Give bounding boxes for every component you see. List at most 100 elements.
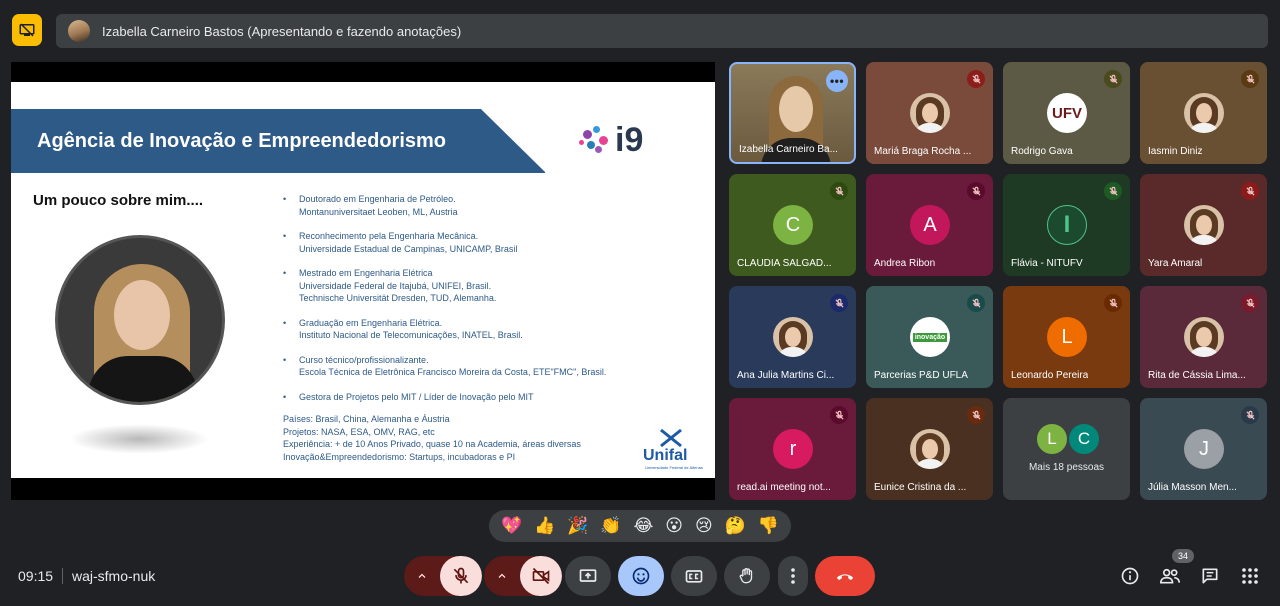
more-options-button[interactable] [778, 556, 808, 596]
reaction-surprised-face-icon[interactable]: 😮 [665, 516, 683, 536]
mic-off-icon [453, 567, 469, 584]
participant-tile[interactable]: Iasmin Diniz [1140, 62, 1267, 164]
reaction-party-popper-icon[interactable]: 🎉 [567, 516, 588, 536]
reaction-clapping-hands-icon[interactable]: 👏 [600, 516, 621, 536]
i9-logo: i9 [579, 118, 663, 162]
captions-button[interactable] [671, 556, 717, 596]
mic-off-icon [1108, 74, 1118, 84]
participant-tile[interactable]: Yara Amaral [1140, 174, 1267, 276]
avatar-letter: r [789, 437, 797, 460]
present-screen-icon [579, 569, 597, 582]
slide-footer: Países: Brasil, China, Alemanha e Áustri… [283, 413, 581, 463]
mic-off-icon [1245, 74, 1255, 84]
reaction-sparkling-heart-icon[interactable]: 💖 [501, 516, 522, 536]
slide-bullet: Curso técnico/profissionalizante. Escola … [283, 354, 703, 379]
slide-bullet-line: Mestrado em Engenharia Elétrica [299, 268, 433, 278]
reaction-thinking-face-icon[interactable]: 🤔 [725, 516, 746, 536]
participant-muted-indicator [1241, 70, 1259, 88]
captions-icon [685, 570, 703, 583]
slide-bullet: Reconhecimento pela Engenharia Mecânica.… [283, 230, 703, 255]
stop-presenting-button[interactable] [12, 14, 42, 46]
participant-tile[interactable]: UFV Rodrigo Gava [1003, 62, 1130, 164]
logo-text: I [1063, 211, 1071, 238]
meeting-code: waj-sfmo-nuk [72, 568, 156, 584]
participant-name: Yara Amaral [1148, 258, 1203, 269]
raise-hand-button[interactable] [724, 556, 770, 596]
activities-button[interactable] [1238, 564, 1262, 588]
participant-avatar [1184, 317, 1224, 357]
camera-control [484, 556, 562, 596]
reaction-crying-face-icon[interactable]: 😢 [695, 516, 713, 536]
more-participants-label: Mais 18 pessoas [1028, 462, 1105, 473]
reactions-button[interactable] [618, 556, 664, 596]
i9-dots-icon [579, 124, 611, 156]
present-screen-button[interactable] [565, 556, 611, 596]
participant-name: Parcerias P&D UFLA [874, 370, 968, 381]
participant-muted-indicator [830, 182, 848, 200]
people-count-badge: 34 [1172, 549, 1194, 563]
slide-bullet-line: Reconhecimento pela Engenharia Mecânica. [299, 231, 479, 241]
microphone-toggle-button[interactable] [440, 556, 482, 596]
participant-muted-indicator [1241, 182, 1259, 200]
participant-tile[interactable]: C CLAUDIA SALGAD... [729, 174, 856, 276]
slide-bullet-line: Curso técnico/profissionalizante. [299, 354, 429, 365]
photo-shadow [69, 424, 209, 454]
chat-button[interactable] [1198, 564, 1222, 588]
slide-footer-line: Inovação&Empreendedorismo: Startups, inc… [283, 451, 516, 462]
participant-name: Flávia - NITUFV [1011, 258, 1083, 269]
camera-toggle-button[interactable] [520, 556, 562, 596]
meeting-details-button[interactable] [1118, 564, 1142, 588]
leave-call-button[interactable] [815, 556, 875, 596]
participant-tile[interactable]: A Andrea Ribon [866, 174, 993, 276]
slide-bullet-line: Instituto Nacional de Telecomunicações, … [299, 330, 523, 340]
more-participants-tile[interactable]: L C Mais 18 pessoas [1003, 398, 1130, 500]
slide-bullet-line: Montanuniversitaet Leoben, ML, Austria [299, 206, 458, 217]
presentation-area: Agência de Inovação e Empreendedorismo i… [11, 62, 715, 500]
slide-title: Agência de Inovação e Empreendedorismo [37, 130, 447, 152]
participant-tile[interactable]: Ana Julia Martins Ci... [729, 286, 856, 388]
reaction-thumbs-up-icon[interactable]: 👍 [534, 516, 555, 536]
participant-tile[interactable]: ••• Izabella Carneiro Ba... [729, 62, 856, 164]
reaction-thumbs-down-icon[interactable]: 👎 [758, 516, 779, 536]
present-off-icon [19, 23, 35, 37]
mic-off-icon [1245, 410, 1255, 420]
chat-icon [1202, 568, 1218, 584]
people-button[interactable] [1158, 564, 1182, 588]
slide-bullet: Doutorado em Engenharia de Petróleo. Mont… [283, 193, 703, 218]
participant-tile[interactable]: r read.ai meeting not... [729, 398, 856, 500]
presenter-status-text: Izabella Carneiro Bastos (Apresentando e… [102, 23, 462, 39]
participant-tile[interactable]: J Júlia Masson Men... [1140, 398, 1267, 500]
slide-bullet-line: Universidade Estadual de Campinas, UNICA… [299, 243, 518, 254]
microphone-options-button[interactable] [404, 556, 440, 596]
participant-muted-indicator [1104, 294, 1122, 312]
participant-name: read.ai meeting not... [737, 482, 831, 493]
participant-tile[interactable]: I Flávia - NITUFV [1003, 174, 1130, 276]
i9-logo-text: i9 [615, 120, 644, 159]
unifal-text: Unifal [643, 447, 688, 464]
participant-muted-indicator [830, 406, 848, 424]
participant-tile[interactable]: Mariá Braga Rocha ... [866, 62, 993, 164]
participant-avatar: A [910, 205, 950, 245]
mic-off-icon [971, 74, 981, 84]
participant-tile[interactable]: Eunice Cristina da ... [866, 398, 993, 500]
slide-subtitle: Um pouco sobre mim.... [33, 192, 204, 209]
participant-tile[interactable]: L Leonardo Pereira [1003, 286, 1130, 388]
participant-muted-indicator [1241, 406, 1259, 424]
camera-options-button[interactable] [484, 556, 520, 596]
avatar-letter: L [1061, 325, 1073, 348]
participant-avatar [910, 93, 950, 133]
participant-name: Ana Julia Martins Ci... [737, 370, 835, 381]
participant-tile[interactable]: inovação Parcerias P&D UFLA [866, 286, 993, 388]
speaker-photo [55, 235, 225, 405]
slide-bullet-line: Doutorado em Engenharia de Petróleo. [299, 194, 456, 204]
emoji-icon [632, 567, 650, 585]
unifal-subtext: Universidade Federal de Alfenas [645, 465, 703, 470]
participant-tile[interactable]: Rita de Cássia Lima... [1140, 286, 1267, 388]
participant-avatar: L [1047, 317, 1087, 357]
camera-off-icon [532, 567, 550, 585]
reaction-tears-of-joy-icon[interactable]: 😂 [633, 516, 653, 536]
participant-name: Andrea Ribon [874, 258, 936, 269]
mic-off-icon [1245, 186, 1255, 196]
call-end-icon [836, 574, 854, 581]
participant-more-options-button[interactable]: ••• [826, 70, 848, 92]
